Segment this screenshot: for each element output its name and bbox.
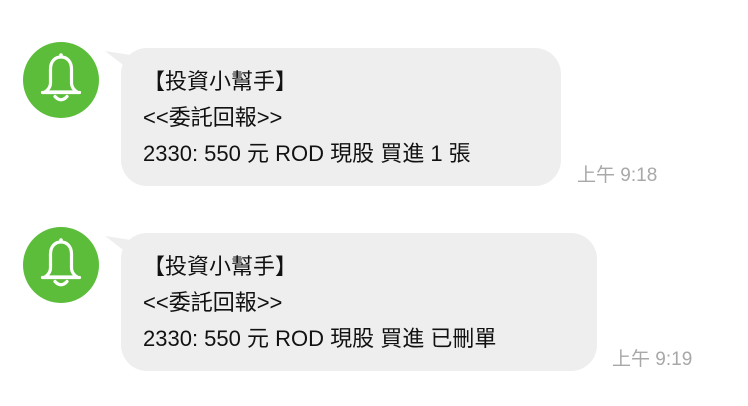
bot-avatar[interactable]	[23, 42, 99, 118]
message-timestamp: 上午 9:19	[612, 349, 693, 370]
message-bubble[interactable]: 【投資小幫手】 <<委託回報>> 2330: 550 元 ROD 現股 買進 1…	[121, 48, 561, 186]
message-timestamp: 上午 9:18	[577, 165, 658, 186]
message-subtitle: <<委託回報>>	[143, 290, 283, 315]
message-body: 2330: 550 元 ROD 現股 買進 1 張	[143, 141, 471, 166]
message-title: 【投資小幫手】	[143, 69, 298, 94]
bot-avatar[interactable]	[23, 227, 99, 303]
message-title: 【投資小幫手】	[143, 254, 298, 279]
bell-icon	[40, 238, 82, 287]
message-bubble[interactable]: 【投資小幫手】 <<委託回報>> 2330: 550 元 ROD 現股 買進 已…	[121, 233, 597, 371]
message-subtitle: <<委託回報>>	[143, 105, 283, 130]
bell-icon	[40, 53, 82, 102]
message-body: 2330: 550 元 ROD 現股 買進 已刪單	[143, 326, 497, 351]
chat-thread: 【投資小幫手】 <<委託回報>> 2330: 550 元 ROD 現股 買進 1…	[0, 0, 748, 406]
